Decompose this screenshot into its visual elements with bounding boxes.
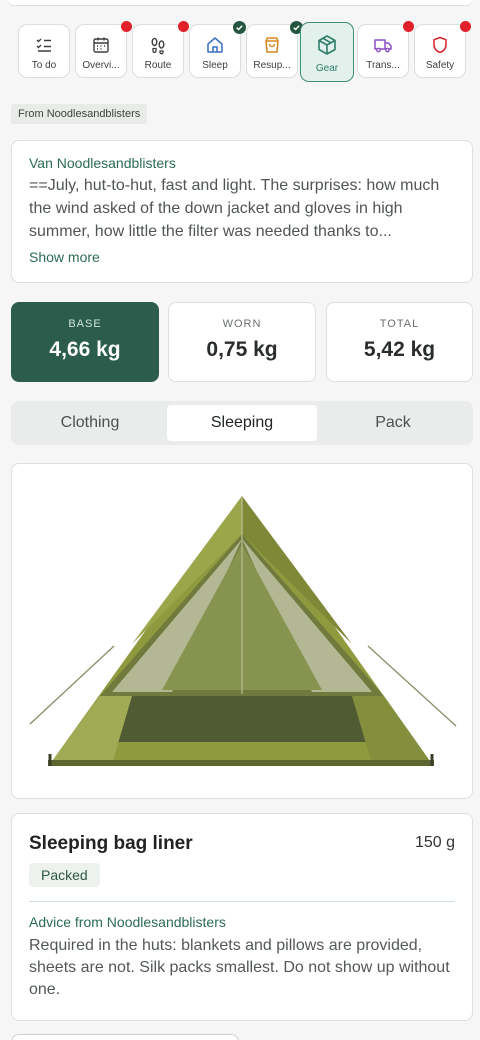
shield-icon xyxy=(433,36,447,54)
checklist-icon xyxy=(36,38,51,52)
stat-value: 4,66 kg xyxy=(49,338,121,361)
category-pack[interactable]: Pack xyxy=(318,405,468,441)
stat-base: BASE 4,66 kg xyxy=(11,302,159,382)
footprints-icon xyxy=(151,37,165,55)
package-icon xyxy=(318,35,336,55)
tent-illustration xyxy=(29,496,457,766)
done-badge xyxy=(233,21,246,34)
alert-badge xyxy=(460,21,471,32)
home-icon xyxy=(207,37,223,53)
gear-item-card[interactable]: Sleeping bag liner 150 g Packed Advice f… xyxy=(11,813,473,1021)
advice-text: Required in the huts: blankets and pillo… xyxy=(29,937,450,998)
shopping-bag-icon xyxy=(265,37,279,53)
alert-badge xyxy=(121,21,132,32)
item-weight: 150 g xyxy=(414,834,455,851)
tent-base xyxy=(48,760,434,766)
stat-value: 5,42 kg xyxy=(363,338,436,361)
tab-label: Gear xyxy=(315,63,339,74)
truck-icon xyxy=(374,39,392,53)
tab-safety[interactable]: Safety xyxy=(414,21,471,78)
tab-label: Resup... xyxy=(253,60,291,71)
stat-value: 0,75 kg xyxy=(206,338,278,361)
next-item-card[interactable] xyxy=(11,1034,239,1040)
status-badge: Packed xyxy=(29,863,100,887)
note-author: Van Noodlesandblisters xyxy=(29,155,176,171)
item-image-card xyxy=(11,463,473,799)
alert-badge xyxy=(178,21,189,32)
stat-label: WORN xyxy=(222,318,262,330)
divider xyxy=(29,901,455,902)
tab-sleep[interactable]: Sleep xyxy=(189,21,246,78)
tab-to-do[interactable]: To do xyxy=(18,24,70,78)
stat-label: TOTAL xyxy=(379,318,420,330)
stat-worn: WORN 0,75 kg xyxy=(168,302,316,382)
tab-overview[interactable]: Overvi... xyxy=(75,21,132,78)
item-name: Sleeping bag liner xyxy=(29,833,193,854)
tab-label: Safety xyxy=(425,60,455,71)
tab-resupply[interactable]: Resup... xyxy=(246,21,303,78)
section-tabs: To do Overvi... Route Sleep Resup... Gea… xyxy=(18,21,471,84)
advice-heading: Advice from Noodlesandblisters xyxy=(29,914,226,930)
tab-label: To do xyxy=(31,60,57,71)
show-more-link[interactable]: Show more xyxy=(29,249,455,265)
stat-label: BASE xyxy=(68,318,102,330)
note-body: ==July, hut-to-hut, fast and light. The … xyxy=(29,177,440,240)
calendar-icon xyxy=(93,37,109,53)
category-segmented-control: Clothing Sleeping Pack xyxy=(11,401,473,445)
tab-label: Overvi... xyxy=(82,60,120,71)
tab-transport[interactable]: Trans... xyxy=(357,21,414,78)
category-clothing[interactable]: Clothing xyxy=(15,405,165,441)
source-chip: From Noodlesandblisters xyxy=(11,104,148,124)
alert-badge xyxy=(403,21,414,32)
tab-label: Trans... xyxy=(366,60,400,71)
tab-label: Route xyxy=(144,60,172,71)
top-bar-edge xyxy=(8,0,472,6)
category-sleeping[interactable]: Sleeping xyxy=(167,405,317,441)
check-icon xyxy=(236,25,243,31)
tab-label: Sleep xyxy=(202,60,228,71)
stat-total: TOTAL 5,42 kg xyxy=(326,302,473,382)
tent-floor xyxy=(100,696,384,742)
tab-route[interactable]: Route xyxy=(132,21,189,78)
trip-note-card: Van Noodlesandblisters ==July, hut-to-hu… xyxy=(11,140,473,283)
tab-gear[interactable]: Gear xyxy=(300,22,354,82)
